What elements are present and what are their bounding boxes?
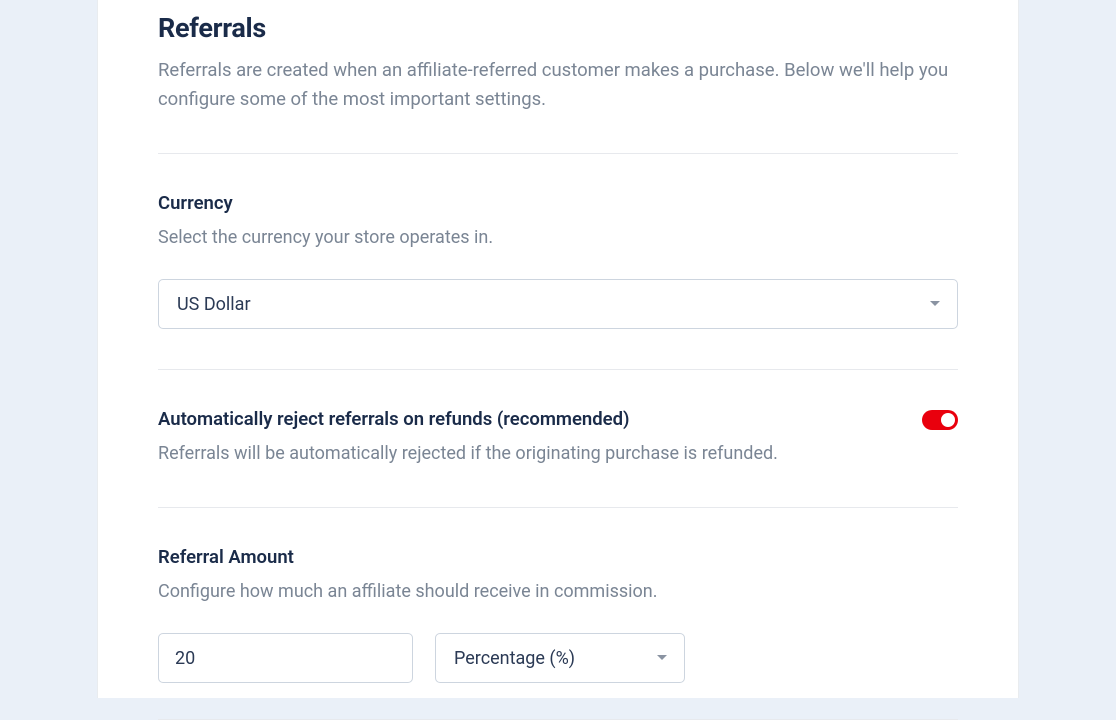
currency-section: Currency Select the currency your store … xyxy=(158,154,958,329)
auto-reject-text: Automatically reject referrals on refund… xyxy=(158,408,922,467)
auto-reject-label: Automatically reject referrals on refund… xyxy=(158,408,898,430)
referral-amount-row: Percentage (%) xyxy=(158,633,958,683)
currency-select-value: US Dollar xyxy=(177,294,251,315)
referral-type-select-wrap: Percentage (%) xyxy=(435,633,685,683)
referral-amount-desc: Configure how much an affiliate should r… xyxy=(158,578,958,605)
settings-card: Referrals Referrals are created when an … xyxy=(97,0,1019,698)
referral-type-select[interactable]: Percentage (%) xyxy=(435,633,685,683)
referral-amount-section: Referral Amount Configure how much an af… xyxy=(158,508,958,683)
referral-type-value: Percentage (%) xyxy=(454,648,575,669)
page-subtitle: Referrals are created when an affiliate-… xyxy=(158,56,958,113)
currency-label: Currency xyxy=(158,192,958,214)
auto-reject-section: Automatically reject referrals on refund… xyxy=(158,370,958,467)
referral-amount-input[interactable] xyxy=(158,633,413,683)
auto-reject-toggle[interactable] xyxy=(922,410,958,430)
currency-select[interactable]: US Dollar xyxy=(158,279,958,329)
referral-amount-label: Referral Amount xyxy=(158,546,958,568)
currency-select-wrap: US Dollar xyxy=(158,279,958,329)
currency-desc: Select the currency your store operates … xyxy=(158,224,958,251)
page-title: Referrals xyxy=(158,0,958,44)
toggle-knob xyxy=(941,413,955,427)
auto-reject-desc: Referrals will be automatically rejected… xyxy=(158,440,898,467)
